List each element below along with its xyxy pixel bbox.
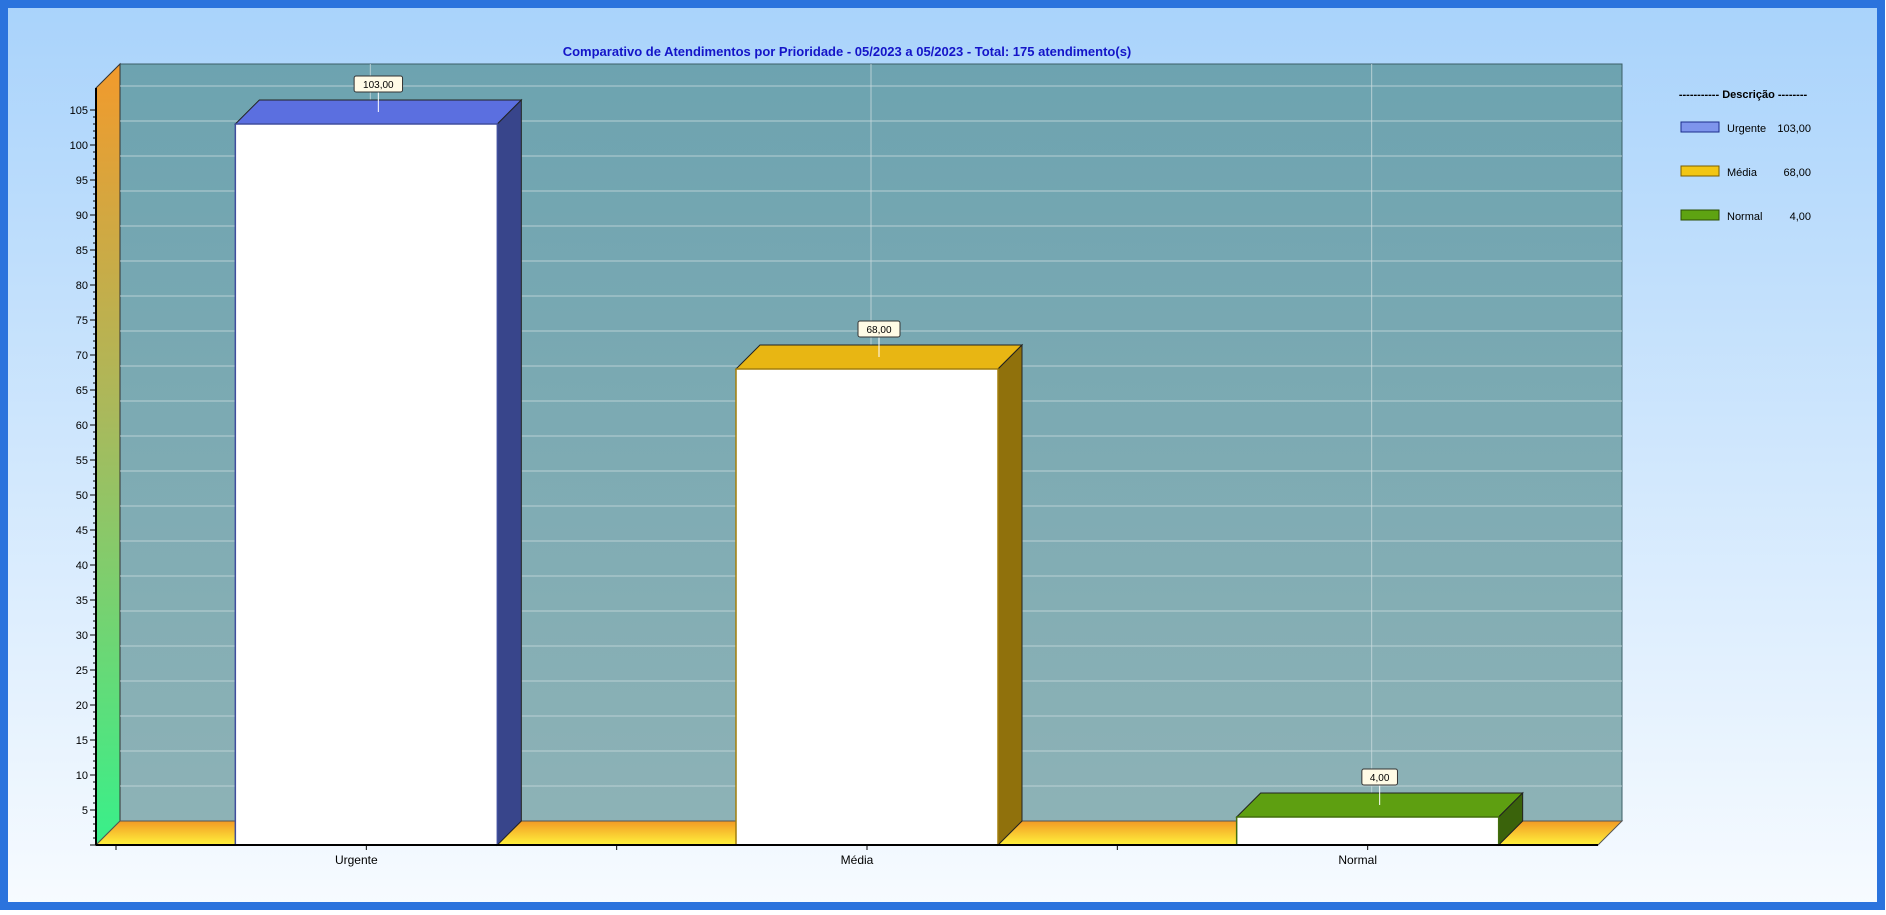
- y-tick-label: 70: [76, 350, 88, 362]
- bar-side-media: [997, 343, 1023, 847]
- y-tick-label: 10: [76, 770, 88, 782]
- legend-header: ----------- Descrição --------: [1679, 89, 1808, 101]
- y-tick-label: 80: [76, 280, 88, 292]
- legend-label-urgente: Urgente: [1727, 123, 1766, 135]
- y-tick-label: 60: [76, 420, 88, 432]
- y-tick-label: 30: [76, 630, 88, 642]
- bar-media: [734, 343, 1024, 847]
- y-tick-label: 100: [70, 140, 88, 152]
- y-tick-label: 95: [76, 175, 88, 187]
- x-tick-label-urgente: Urgente: [335, 853, 378, 867]
- plot-left-wall: [95, 62, 121, 847]
- y-tick-label: 65: [76, 385, 88, 397]
- bar-front-normal: [1235, 816, 1500, 846]
- y-tick-label: 40: [76, 560, 88, 572]
- value-label-media: 68,00: [866, 325, 891, 336]
- legend-value-media: 68,00: [1783, 167, 1811, 179]
- legend-swatch-normal: [1680, 209, 1720, 221]
- chart-title: Comparativo de Atendimentos por Priorida…: [563, 44, 1132, 59]
- legend-value-normal: 4,00: [1790, 211, 1811, 223]
- legend-label-normal: Normal: [1727, 211, 1762, 223]
- bar-front-urgente: [234, 123, 499, 846]
- y-tick-label: 75: [76, 315, 88, 327]
- y-tick-label: 25: [76, 665, 88, 677]
- value-label-urgente: 103,00: [363, 80, 394, 91]
- chart-frame: Comparativo de Atendimentos por Priorida…: [0, 0, 1885, 910]
- x-tick-label-normal: Normal: [1338, 853, 1377, 867]
- y-tick-label: 55: [76, 455, 88, 467]
- bar-urgente: [234, 98, 523, 847]
- bar-front-media: [735, 368, 999, 846]
- y-tick-label: 35: [76, 595, 88, 607]
- y-tick-label: 20: [76, 700, 88, 712]
- y-tick-label: 45: [76, 525, 88, 537]
- y-tick-label: 85: [76, 245, 88, 257]
- y-tick-label: 90: [76, 210, 88, 222]
- legend-swatch-media: [1680, 165, 1720, 177]
- legend-swatch-urgente: [1680, 121, 1720, 133]
- x-tick-label-media: Média: [841, 853, 874, 867]
- bar-side-urgente: [496, 98, 522, 847]
- legend-label-media: Média: [1727, 167, 1758, 179]
- y-tick-label: 5: [82, 805, 88, 817]
- value-label-normal: 4,00: [1370, 773, 1390, 784]
- y-tick-label: 15: [76, 735, 88, 747]
- y-tick-label: 105: [70, 105, 88, 117]
- y-tick-label: 50: [76, 490, 88, 502]
- legend-value-urgente: 103,00: [1777, 123, 1811, 135]
